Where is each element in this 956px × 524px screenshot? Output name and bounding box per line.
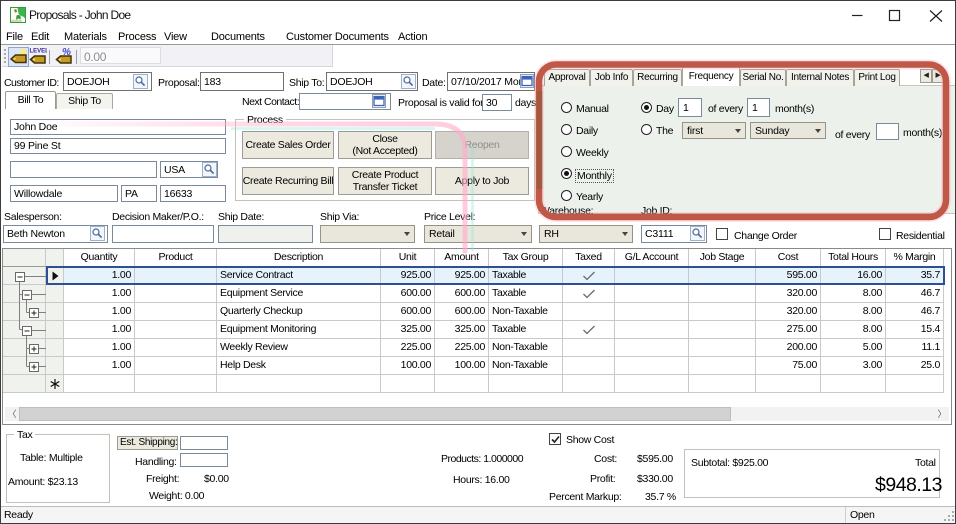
- svg-text:LEVEL: LEVEL: [30, 49, 48, 55]
